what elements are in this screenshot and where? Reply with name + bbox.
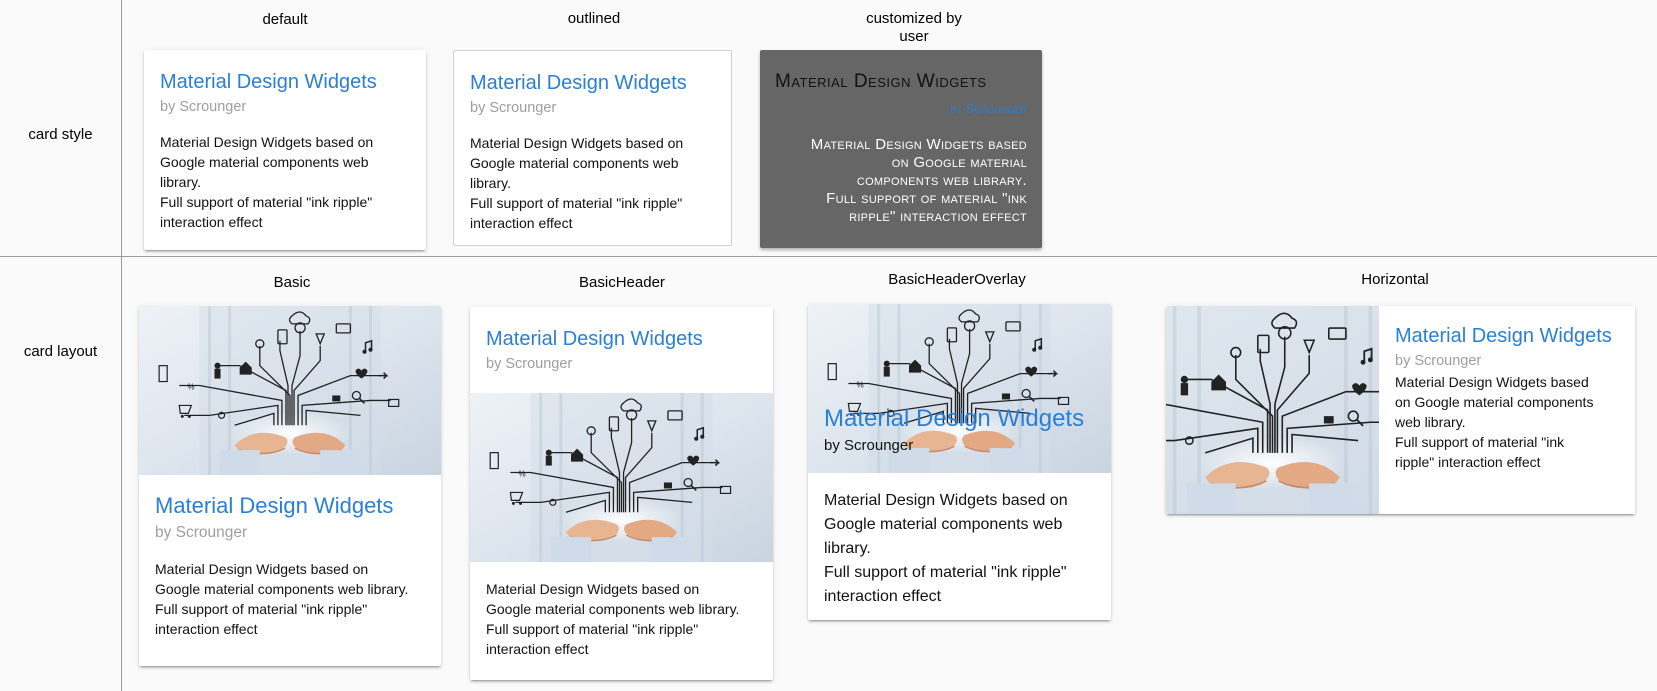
card-basic-header-overlay[interactable]: % Material Design Widgets by Scrounger M…: [808, 304, 1111, 620]
body-line: Google material components web: [470, 155, 679, 171]
body-line: Material Design Widgets based: [1395, 374, 1589, 390]
card-outlined[interactable]: Material Design Widgets by Scrounger Mat…: [453, 50, 732, 246]
card-body: Material Design Widgets based on Google …: [1395, 372, 1612, 472]
body-line: Full support of material "ink ripple": [486, 621, 699, 637]
body-line: interaction effect: [470, 215, 573, 231]
body-line: Material Design Widgets based: [810, 136, 1027, 153]
col-label-basic-header: BasicHeader: [579, 274, 665, 291]
card-title-overlay: Material Design Widgets: [824, 405, 1085, 432]
card-subtitle: by Scrounger: [160, 99, 247, 115]
body-line: Google material components web library.: [486, 601, 740, 617]
col-label-basic-header-overlay: BasicHeaderOverlay: [888, 271, 1026, 288]
card-subtitle: by Scrounger: [470, 100, 557, 116]
col-label-outlined: outlined: [567, 10, 621, 27]
col-label-customized: customized by user: [814, 10, 1014, 46]
body-line: components web library.: [856, 172, 1027, 189]
card-title: Material Design Widgets: [775, 71, 987, 92]
card-title: Material Design Widgets: [486, 328, 703, 350]
body-line: Google material components web library.: [155, 581, 409, 597]
body-line: ripple" interaction effect: [849, 208, 1027, 225]
card-body: Material Design Widgets based on Google …: [160, 132, 377, 232]
card-title: Material Design Widgets: [160, 71, 377, 93]
body-line: on Google material: [891, 154, 1027, 171]
body-line: library.: [824, 540, 871, 557]
body-line: Full support of material "ink ripple": [155, 601, 368, 617]
tech-hands-illustration-icon: %: [1166, 306, 1379, 514]
card-media-image: %: [1166, 306, 1379, 514]
body-line: Material Design Widgets based on: [470, 135, 684, 151]
widget-demo-canvas: card style card layout default outlined …: [0, 0, 1657, 691]
body-line: Full support of material "ink ripple": [470, 195, 683, 211]
col-label-customized-line2: user: [899, 28, 929, 45]
body-line: web library.: [1395, 414, 1466, 430]
body-line: interaction effect: [824, 588, 942, 605]
card-basic-header[interactable]: Material Design Widgets by Scrounger % M…: [470, 307, 773, 680]
card-default[interactable]: Material Design Widgets by Scrounger Mat…: [144, 50, 426, 250]
svg-text:%: %: [856, 381, 863, 390]
body-line: library.: [470, 175, 511, 191]
card-body: Material Design Widgets based on Google …: [811, 136, 1027, 226]
body-line: Full support of material "ink ripple": [824, 564, 1067, 581]
card-media-image: %: [470, 393, 773, 562]
card-customized[interactable]: Material Design Widgets by Scrounger Mat…: [760, 50, 1042, 248]
body-line: Material Design Widgets based on: [155, 561, 369, 577]
body-line: Full support of material "ink ripple": [160, 194, 373, 210]
body-line: Material Design Widgets based on: [486, 581, 700, 597]
card-title: Material Design Widgets: [470, 72, 687, 94]
body-line: Google material components web: [824, 516, 1063, 533]
body-line: Google material components web: [160, 154, 369, 170]
body-line: interaction effect: [160, 214, 263, 230]
body-line: Full support of material "ink: [826, 190, 1027, 207]
row-label-card-layout: card layout: [23, 343, 98, 360]
column-divider: [121, 0, 122, 691]
body-line: interaction effect: [155, 621, 258, 637]
svg-text:%: %: [518, 470, 525, 479]
card-basic[interactable]: % Material Design Widgets by Scrounger M…: [139, 306, 441, 666]
body-line: library.: [160, 174, 201, 190]
card-media-image: %: [139, 306, 441, 475]
card-subtitle: by Scrounger: [1395, 353, 1482, 369]
card-body: Material Design Widgets based on Google …: [470, 133, 687, 233]
row-label-card-style: card style: [28, 126, 93, 143]
card-title: Material Design Widgets: [1395, 325, 1612, 347]
card-horizontal[interactable]: % Material Design Widgets by Scrounger M…: [1166, 306, 1635, 514]
card-title: Material Design Widgets: [155, 493, 394, 518]
col-label-basic: Basic: [273, 274, 311, 291]
tech-hands-illustration-icon: %: [139, 306, 441, 475]
card-body: Material Design Widgets based on Google …: [486, 579, 739, 659]
body-line: Full support of material "ink: [1395, 434, 1565, 450]
body-line: ripple" interaction effect: [1395, 454, 1541, 470]
card-subtitle: by Scrounger: [155, 524, 248, 541]
card-subtitle: by Scrounger: [950, 101, 1027, 116]
card-subtitle-overlay: by Scrounger: [824, 437, 914, 454]
col-label-default: default: [262, 11, 308, 28]
tech-hands-illustration-icon: %: [470, 393, 773, 562]
body-line: on Google material components: [1395, 394, 1594, 410]
col-label-customized-line1: customized by: [866, 10, 962, 27]
body-line: Material Design Widgets based on: [160, 134, 374, 150]
body-line: interaction effect: [486, 641, 589, 657]
card-subtitle: by Scrounger: [486, 356, 573, 372]
col-label-horizontal: Horizontal: [1361, 271, 1429, 288]
body-line: Material Design Widgets based on: [824, 492, 1068, 509]
row-divider: [0, 256, 1657, 257]
card-body: Material Design Widgets based on Google …: [155, 559, 408, 639]
svg-text:%: %: [187, 383, 194, 392]
card-body: Material Design Widgets based on Google …: [824, 489, 1068, 609]
